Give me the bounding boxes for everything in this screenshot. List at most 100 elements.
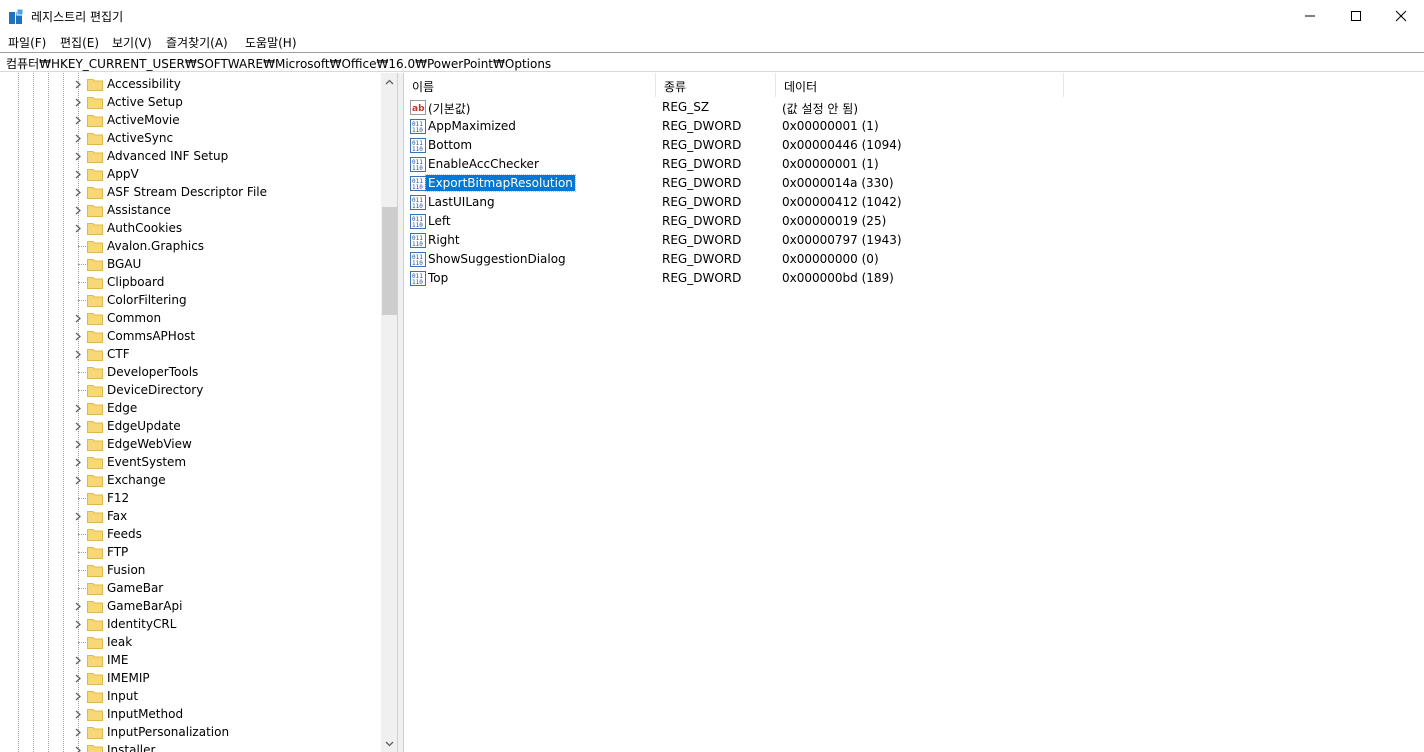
value-row[interactable]: 011 110 AppMaximized REG_DWORD 0x00000001 (1… (404, 117, 1404, 136)
minimize-button[interactable] (1287, 0, 1333, 32)
value-type: REG_DWORD (662, 271, 742, 285)
close-button[interactable] (1378, 0, 1424, 32)
value-row[interactable]: 011 110 EnableAccChecker REG_DWORD 0x0000000… (404, 155, 1404, 174)
value-row[interactable]: 011 110 Left REG_DWORD 0x00000019 (25) (404, 212, 1404, 231)
scroll-thumb[interactable] (382, 207, 397, 315)
tree-item[interactable]: CommsAPHost (0, 327, 380, 345)
tree-item[interactable]: DeveloperTools (0, 363, 380, 381)
expand-chevron-icon[interactable] (72, 420, 84, 432)
expand-chevron-icon[interactable] (72, 150, 84, 162)
maximize-button[interactable] (1333, 0, 1379, 32)
tree-item[interactable]: IME (0, 651, 380, 669)
tree-item[interactable]: Exchange (0, 471, 380, 489)
expand-chevron-icon[interactable] (72, 96, 84, 108)
expand-chevron-icon[interactable] (72, 402, 84, 414)
tree-item-label: Input (107, 689, 139, 703)
expand-chevron-icon[interactable] (72, 672, 84, 684)
expand-chevron-icon[interactable] (72, 78, 84, 90)
tree-item[interactable]: Clipboard (0, 273, 380, 291)
scroll-down-button[interactable] (381, 735, 397, 752)
expand-chevron-icon[interactable] (72, 132, 84, 144)
tree-item[interactable]: InputMethod (0, 705, 380, 723)
tree-item[interactable]: AuthCookies (0, 219, 380, 237)
tree-item[interactable]: ActiveSync (0, 129, 380, 147)
address-bar[interactable]: 컴퓨터₩HKEY_CURRENT_USER₩SOFTWARE₩Microsoft… (0, 52, 1424, 72)
expand-chevron-icon[interactable] (72, 708, 84, 720)
tree-item[interactable]: AppV (0, 165, 380, 183)
expand-chevron-icon[interactable] (72, 348, 84, 360)
expand-chevron-icon[interactable] (72, 114, 84, 126)
tree-scrollbar[interactable] (381, 73, 397, 752)
column-header-name[interactable]: 이름 (404, 73, 656, 97)
tree-item[interactable]: EdgeUpdate (0, 417, 380, 435)
tree-item[interactable]: IdentityCRL (0, 615, 380, 633)
expand-chevron-icon[interactable] (72, 690, 84, 702)
menu-edit[interactable]: 편집(E) (60, 34, 99, 51)
address-path[interactable]: 컴퓨터₩HKEY_CURRENT_USER₩SOFTWARE₩Microsoft… (6, 55, 551, 72)
tree-item[interactable]: Accessibility (0, 75, 380, 93)
tree-item[interactable]: ActiveMovie (0, 111, 380, 129)
expand-chevron-icon[interactable] (72, 438, 84, 450)
column-header-type[interactable]: 종류 (656, 73, 776, 97)
value-row[interactable]: 011 110 Right REG_DWORD 0x00000797 (1943) (404, 231, 1404, 250)
tree-connector-line (78, 498, 86, 499)
expand-chevron-icon[interactable] (72, 618, 84, 630)
tree-item[interactable]: DeviceDirectory (0, 381, 380, 399)
tree-item[interactable]: Fax (0, 507, 380, 525)
tree-item[interactable]: Active Setup (0, 93, 380, 111)
tree-item[interactable]: GameBarApi (0, 597, 380, 615)
expand-chevron-icon[interactable] (72, 330, 84, 342)
expand-chevron-icon[interactable] (72, 186, 84, 198)
value-row[interactable]: 011 110 Bottom REG_DWORD 0x00000446 (1094) (404, 136, 1404, 155)
folder-icon (87, 149, 103, 163)
tree-item-label: ColorFiltering (107, 293, 187, 307)
tree-item[interactable]: F12 (0, 489, 380, 507)
scroll-up-button[interactable] (381, 73, 397, 90)
value-type: REG_SZ (662, 100, 710, 114)
tree-item[interactable]: Assistance (0, 201, 380, 219)
menu-view[interactable]: 보기(V) (112, 34, 152, 51)
value-row[interactable]: ab (기본값) REG_SZ (값 설정 안 됨) (404, 98, 1404, 117)
tree-item[interactable]: Ieak (0, 633, 380, 651)
tree-item[interactable]: Avalon.Graphics (0, 237, 380, 255)
expand-chevron-icon[interactable] (72, 474, 84, 486)
tree-item[interactable]: CTF (0, 345, 380, 363)
expand-chevron-icon[interactable] (72, 654, 84, 666)
tree-item[interactable]: Input (0, 687, 380, 705)
value-row[interactable]: 011 110 ShowSuggestionDialog REG_DWORD 0x000… (404, 250, 1404, 269)
tree-item[interactable]: Fusion (0, 561, 380, 579)
tree-item[interactable]: GameBar (0, 579, 380, 597)
tree-item[interactable]: EdgeWebView (0, 435, 380, 453)
tree-item[interactable]: InputPersonalization (0, 723, 380, 741)
menu-help[interactable]: 도움말(H) (245, 34, 297, 51)
tree-item[interactable]: FTP (0, 543, 380, 561)
tree-item[interactable]: IMEMIP (0, 669, 380, 687)
binary-value-icon: 011 110 (410, 176, 426, 191)
value-row[interactable]: 011 110 LastUILang REG_DWORD 0x00000412 (104… (404, 193, 1404, 212)
tree-item[interactable]: Edge (0, 399, 380, 417)
tree-item[interactable]: Advanced INF Setup (0, 147, 380, 165)
expand-chevron-icon[interactable] (72, 312, 84, 324)
folder-icon (87, 581, 103, 595)
value-name: EnableAccChecker (428, 157, 539, 171)
tree-item[interactable]: ColorFiltering (0, 291, 380, 309)
expand-chevron-icon[interactable] (72, 744, 84, 752)
tree-item[interactable]: Feeds (0, 525, 380, 543)
expand-chevron-icon[interactable] (72, 510, 84, 522)
column-header-data[interactable]: 데이터 (776, 73, 1064, 97)
menu-favorites[interactable]: 즐겨찾기(A) (166, 34, 228, 51)
tree-item[interactable]: ASF Stream Descriptor File (0, 183, 380, 201)
menu-file[interactable]: 파일(F) (8, 34, 46, 51)
expand-chevron-icon[interactable] (72, 456, 84, 468)
expand-chevron-icon[interactable] (72, 222, 84, 234)
tree-item[interactable]: BGAU (0, 255, 380, 273)
expand-chevron-icon[interactable] (72, 204, 84, 216)
value-row[interactable]: 011 110 Top REG_DWORD 0x000000bd (189) (404, 269, 1404, 288)
value-row[interactable]: 011 110 ExportBitmapResolution REG_DWORD 0x0… (404, 174, 1404, 193)
expand-chevron-icon[interactable] (72, 726, 84, 738)
tree-item[interactable]: Installer (0, 741, 380, 752)
expand-chevron-icon[interactable] (72, 600, 84, 612)
expand-chevron-icon[interactable] (72, 168, 84, 180)
tree-item[interactable]: Common (0, 309, 380, 327)
tree-item[interactable]: EventSystem (0, 453, 380, 471)
